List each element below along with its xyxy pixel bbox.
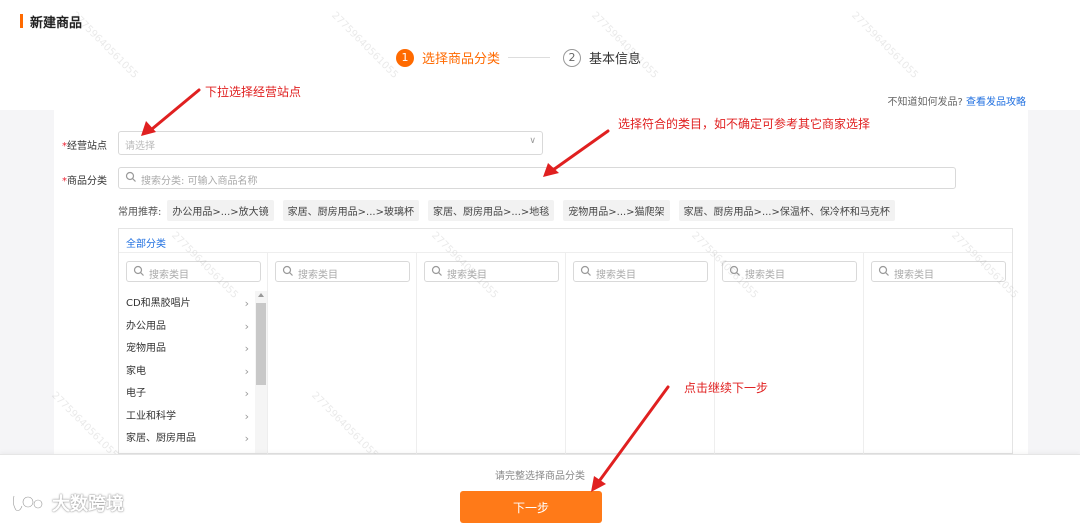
chevron-right-icon: ›: [244, 342, 249, 355]
step-2-number: 2: [563, 48, 581, 67]
recommend-chip[interactable]: 家居、厨房用品>...>地毯: [427, 200, 555, 221]
recommend-chip[interactable]: 办公用品>...>放大镜: [167, 200, 274, 221]
recommend-chip[interactable]: 家居、厨房用品>...>玻璃杯: [282, 200, 419, 221]
chevron-right-icon: ›: [244, 297, 249, 310]
page-title: 新建商品: [30, 16, 83, 31]
category-search-input[interactable]: 搜索分类: 可输入商品名称: [118, 167, 956, 189]
step-connector: [508, 57, 550, 58]
site-select[interactable]: 请选择 ∨: [118, 131, 543, 155]
annotation-site: 下拉选择经营站点: [205, 85, 302, 99]
brand-logo: 大数跨境: [10, 490, 124, 516]
next-step-button[interactable]: 下一步: [460, 491, 602, 523]
category-column-search[interactable]: 搜索类目: [573, 261, 708, 282]
category-item[interactable]: 电子 ›: [119, 383, 255, 406]
search-icon: [580, 265, 591, 276]
scroll-up-icon[interactable]: [258, 293, 264, 297]
chevron-right-icon: ›: [244, 387, 249, 400]
step-1-label: 选择商品分类: [422, 52, 501, 67]
recommend-chip[interactable]: 宠物用品>...>猫爬架: [563, 200, 670, 221]
chevron-right-icon: ›: [244, 409, 249, 423]
search-icon: [133, 265, 144, 276]
step-1: 1 选择商品分类: [396, 48, 500, 67]
tab-all-categories[interactable]: 全部分类: [126, 235, 166, 250]
logo-icon: [12, 495, 44, 512]
category-search-placeholder: 搜索分类: 可输入商品名称: [141, 176, 258, 187]
search-icon: [878, 265, 889, 276]
category-column-4: 搜索类目: [566, 253, 715, 454]
category-panel-header: 全部分类: [119, 229, 1012, 253]
site-label: *经营站点: [62, 141, 107, 152]
annotation-next: 点击继续下一步: [684, 381, 769, 395]
category-label: *商品分类: [62, 176, 107, 187]
title-accent-bar: [20, 14, 23, 28]
site-select-placeholder: 请选择: [125, 141, 155, 152]
category-item[interactable]: CD和黑胶唱片 ›: [119, 293, 255, 316]
category-scrollbar[interactable]: [255, 291, 267, 453]
search-icon: [729, 265, 740, 276]
chevron-down-icon: ∨: [529, 136, 536, 146]
category-item[interactable]: 工业和科学 ›: [119, 406, 255, 429]
category-column-6: 搜索类目: [864, 253, 1013, 454]
logo-text: 大数跨境: [52, 494, 124, 515]
category-item[interactable]: 家居、厨房用品 ›: [119, 428, 255, 451]
chevron-right-icon: ›: [244, 319, 249, 333]
step-2: 2 基本信息: [563, 48, 641, 67]
help-guide-link[interactable]: 查看发品攻略: [966, 97, 1026, 108]
category-column-1: 搜索类目 CD和黑胶唱片 › 办公用品 › 宠物用品 › 家电 › 电子 › 工业和科学 ›…: [119, 253, 268, 454]
category-item[interactable]: 办公用品 ›: [119, 316, 255, 339]
bottom-hint: 请完整选择商品分类: [495, 471, 585, 482]
recommend-chip[interactable]: 家居、厨房用品>...>保温杯、保冷杯和马克杯: [678, 200, 895, 221]
category-column-3: 搜索类目: [417, 253, 566, 454]
search-icon: [282, 265, 293, 276]
category-list: CD和黑胶唱片 › 办公用品 › 宠物用品 › 家电 › 电子 › 工业和科学 › 家居、厨…: [119, 293, 255, 451]
page-header: [0, 0, 1080, 40]
step-2-label: 基本信息: [589, 52, 642, 67]
step-1-number: 1: [396, 48, 414, 67]
recommend-row: 常用推荐: 办公用品>...>放大镜 家居、厨房用品>...>玻璃杯 家居、厨房…: [118, 200, 904, 221]
chevron-right-icon: ›: [244, 364, 249, 378]
search-icon: [431, 265, 442, 276]
category-item[interactable]: 宠物用品 ›: [119, 338, 255, 361]
category-column-search[interactable]: 搜索类目: [424, 261, 559, 282]
category-column-2: 搜索类目: [268, 253, 417, 454]
category-column-search[interactable]: 搜索类目: [275, 261, 410, 282]
category-column-5: 搜索类目: [715, 253, 864, 454]
search-icon: [125, 171, 136, 182]
category-column-search[interactable]: 搜索类目: [722, 261, 857, 282]
annotation-category: 选择符合的类目，如不确定可参考其它商家选择: [618, 117, 871, 131]
category-column-search[interactable]: 搜索类目: [871, 261, 1006, 282]
recommend-label: 常用推荐:: [118, 207, 162, 218]
category-column-search[interactable]: 搜索类目: [126, 261, 261, 282]
chevron-right-icon: ›: [244, 432, 249, 445]
category-item[interactable]: 家电 ›: [119, 361, 255, 384]
category-panel: 全部分类 搜索类目 CD和黑胶唱片 › 办公用品 › 宠物用品 › 家电 › 电子 › 工…: [118, 228, 1013, 454]
help-prefix: 不知道如何发品?: [887, 97, 963, 108]
help-text: 不知道如何发品? 查看发品攻略: [888, 93, 1027, 108]
scrollbar-thumb[interactable]: [256, 303, 266, 385]
